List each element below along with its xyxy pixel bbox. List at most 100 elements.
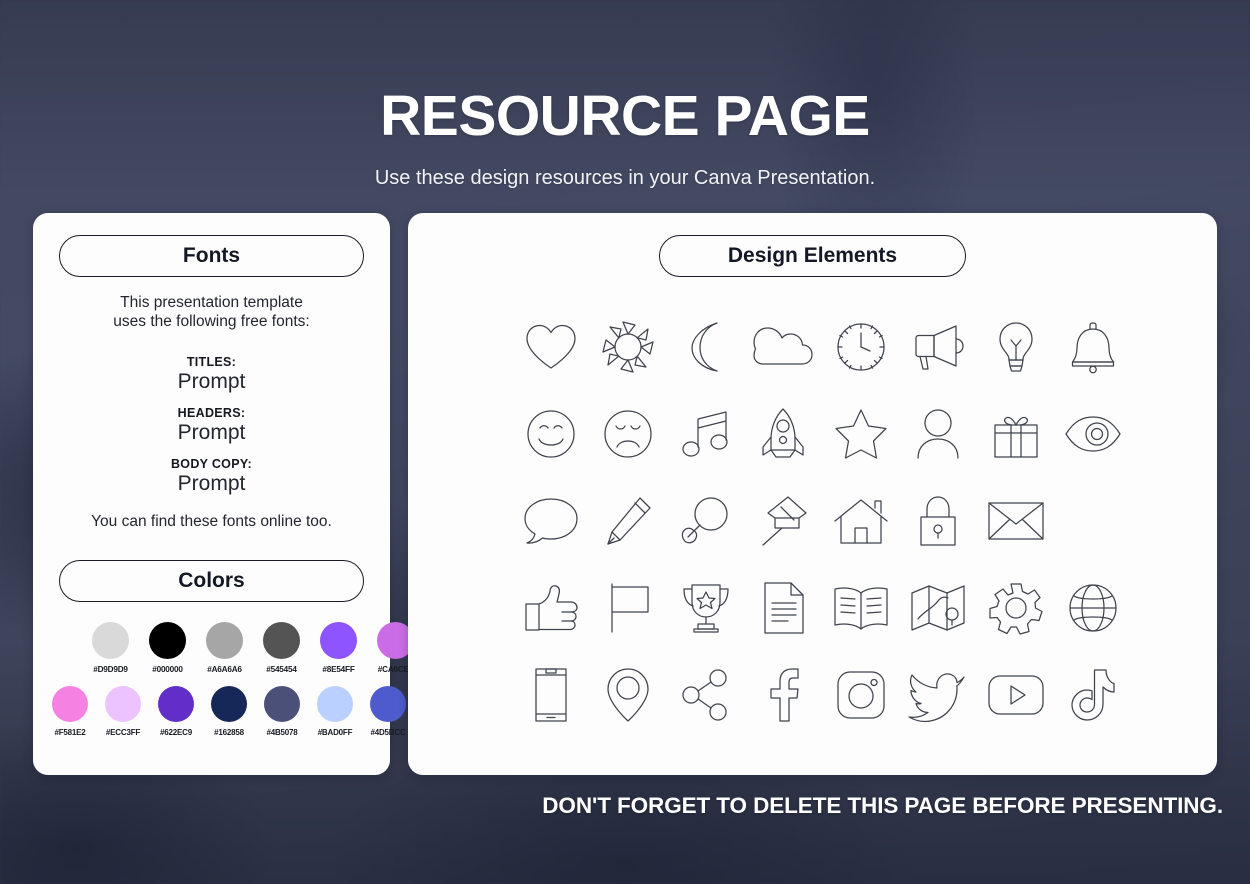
- clock-icon[interactable]: [822, 317, 900, 377]
- color-swatch-row-2: #F581E2 #ECC3FF #622EC9 #162858 #4B5078 #BAD0…: [47, 686, 411, 737]
- color-swatch-dot: [263, 622, 300, 659]
- music-note-icon[interactable]: [667, 404, 745, 464]
- color-swatch-dot: [320, 622, 357, 659]
- heart-icon[interactable]: [512, 317, 590, 377]
- color-swatch[interactable]: #8E54FF: [314, 622, 363, 674]
- tiktok-icon[interactable]: [1055, 665, 1133, 725]
- color-swatch-row-1: #D9D9D9 #000000 #A6A6A6 #545454 #8E54FF #CA6C…: [86, 622, 420, 674]
- color-swatch-dot: [105, 686, 141, 722]
- color-swatch-dot: [149, 622, 186, 659]
- colors-heading-pill: Colors: [59, 560, 364, 602]
- icon-row-4: [512, 564, 1132, 651]
- home-icon[interactable]: [822, 491, 900, 551]
- megaphone-icon[interactable]: [900, 317, 978, 377]
- youtube-icon[interactable]: [977, 665, 1055, 725]
- color-swatch-dot: [211, 686, 247, 722]
- color-swatch-dot: [92, 622, 129, 659]
- color-swatch-hex-label: #8E54FF: [322, 665, 355, 674]
- fonts-and-colors-card: Fonts This presentation template uses th…: [33, 213, 414, 775]
- instagram-icon[interactable]: [822, 665, 900, 725]
- color-swatch-dot: [206, 622, 243, 659]
- smiley-face-icon[interactable]: [512, 404, 590, 464]
- fonts-outro-text: You can find these fonts online too.: [91, 513, 332, 530]
- icon-row-1: [512, 303, 1132, 390]
- color-swatch[interactable]: #000000: [143, 622, 192, 674]
- globe-icon[interactable]: [1055, 578, 1133, 638]
- color-swatch-dot: [52, 686, 88, 722]
- color-swatch[interactable]: #F581E2: [47, 686, 93, 737]
- page-title: RESOURCE PAGE: [380, 84, 870, 148]
- color-swatch[interactable]: #BAD0FF: [312, 686, 358, 737]
- sun-icon[interactable]: [590, 317, 668, 377]
- font-group-body-value: Prompt: [177, 472, 246, 495]
- book-icon[interactable]: [822, 578, 900, 638]
- fonts-intro-line-2: uses the following free fonts:: [113, 313, 310, 331]
- pencil-icon[interactable]: [590, 491, 668, 551]
- font-group-titles-label: TITLES:: [186, 355, 237, 369]
- share-icon[interactable]: [667, 665, 745, 725]
- color-swatch-hex-label: #4D5BCC: [370, 728, 406, 737]
- design-elements-heading-pill: Design Elements: [659, 235, 966, 277]
- color-swatch[interactable]: #4D5BCC: [365, 686, 411, 737]
- color-swatch-dot: [370, 686, 406, 722]
- design-elements-card: Design Elements: [408, 213, 1217, 775]
- magnifier-icon[interactable]: [667, 491, 745, 551]
- colors-heading-label: Colors: [178, 569, 245, 592]
- font-group-titles-value: Prompt: [177, 370, 246, 393]
- page-header: RESOURCE PAGE Use these design resources…: [0, 0, 1250, 190]
- color-swatch-dot: [317, 686, 353, 722]
- page-subtitle: Use these design resources in your Canva…: [374, 167, 876, 189]
- rocket-icon[interactable]: [745, 404, 823, 464]
- color-swatch-dot: [264, 686, 300, 722]
- cloud-icon[interactable]: [745, 317, 823, 377]
- fonts-intro-line-1: This presentation template: [120, 294, 303, 311]
- document-icon[interactable]: [745, 578, 823, 638]
- font-group-headers: HEADERS: Prompt: [33, 406, 390, 445]
- font-group-headers-label: HEADERS:: [177, 406, 246, 420]
- color-swatch-hex-label: #BAD0FF: [317, 728, 353, 737]
- twitter-icon[interactable]: [900, 665, 978, 725]
- color-swatch-hex-label: #A6A6A6: [207, 665, 242, 674]
- moon-icon[interactable]: [667, 317, 745, 377]
- gear-icon[interactable]: [977, 578, 1055, 638]
- color-swatch-hex-label: #545454: [266, 665, 297, 674]
- lock-icon[interactable]: [900, 491, 978, 551]
- footer-note: DON'T FORGET TO DELETE THIS PAGE BEFORE …: [542, 793, 1223, 818]
- speech-bubble-icon[interactable]: [512, 491, 590, 551]
- trophy-icon[interactable]: [667, 578, 745, 638]
- facebook-icon[interactable]: [745, 665, 823, 725]
- lightbulb-icon[interactable]: [977, 317, 1055, 377]
- color-swatch[interactable]: #545454: [257, 622, 306, 674]
- flag-icon[interactable]: [590, 578, 668, 638]
- bell-icon[interactable]: [1055, 317, 1133, 377]
- color-swatch[interactable]: #ECC3FF: [100, 686, 146, 737]
- color-swatch-hex-label: #F581E2: [54, 728, 86, 737]
- fonts-heading-pill: Fonts: [59, 235, 364, 277]
- color-swatch[interactable]: #162858: [206, 686, 252, 737]
- thumbs-up-icon[interactable]: [512, 578, 590, 638]
- color-swatch[interactable]: #A6A6A6: [200, 622, 249, 674]
- icon-grid: [512, 303, 1132, 738]
- gift-icon[interactable]: [977, 404, 1055, 464]
- envelope-icon[interactable]: [977, 491, 1055, 551]
- font-group-body-label: BODY COPY:: [170, 457, 253, 471]
- font-group-titles: TITLES: Prompt: [33, 355, 390, 394]
- fonts-intro-text: This presentation template uses the foll…: [33, 293, 390, 332]
- eye-icon[interactable]: [1055, 404, 1133, 464]
- color-swatch-hex-label: #ECC3FF: [105, 728, 141, 737]
- color-swatch[interactable]: #4B5078: [259, 686, 305, 737]
- icon-row-2: [512, 390, 1132, 477]
- smartphone-icon[interactable]: [512, 665, 590, 725]
- font-group-body-copy: BODY COPY: Prompt: [33, 457, 390, 496]
- person-icon[interactable]: [900, 404, 978, 464]
- design-elements-heading-label: Design Elements: [727, 244, 898, 267]
- location-pin-icon[interactable]: [590, 665, 668, 725]
- color-swatch-hex-label: #000000: [152, 665, 183, 674]
- font-group-headers-value: Prompt: [177, 421, 246, 444]
- color-swatch[interactable]: #622EC9: [153, 686, 199, 737]
- map-icon[interactable]: [900, 578, 978, 638]
- star-icon[interactable]: [822, 404, 900, 464]
- color-swatch[interactable]: #D9D9D9: [86, 622, 135, 674]
- sad-face-icon[interactable]: [590, 404, 668, 464]
- pushpin-icon[interactable]: [745, 491, 823, 551]
